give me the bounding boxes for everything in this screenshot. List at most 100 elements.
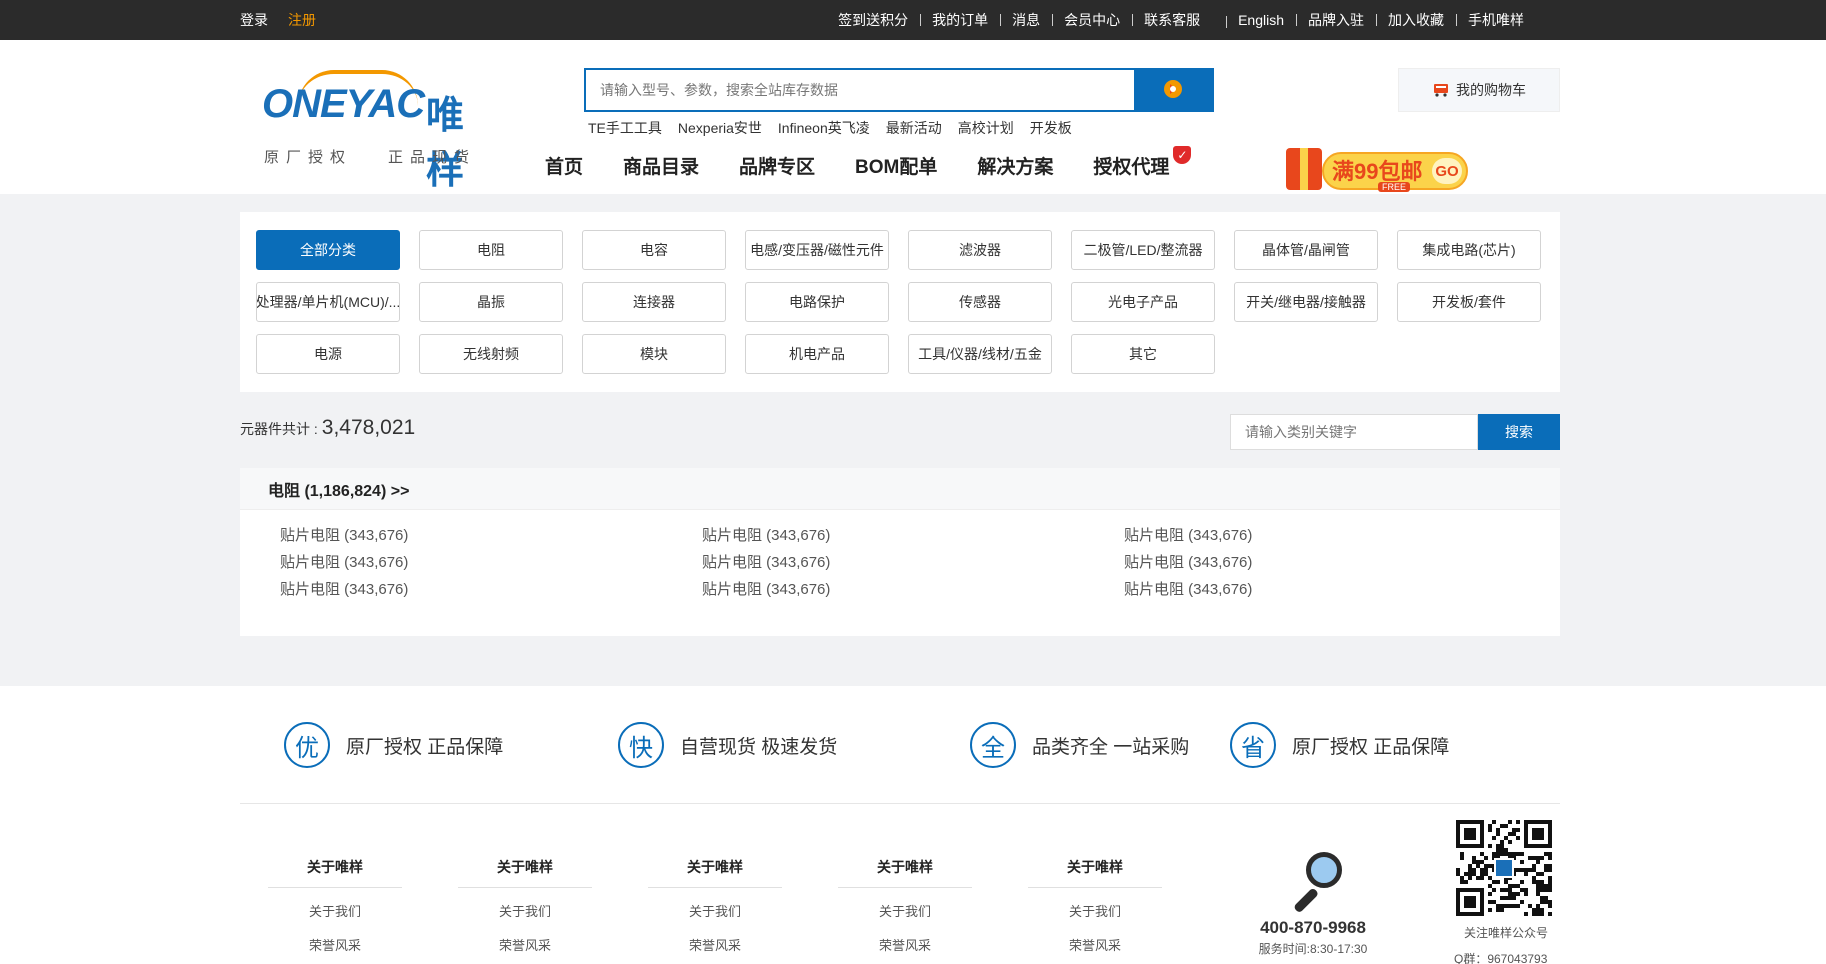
nav-home[interactable]: 首页 bbox=[545, 152, 583, 179]
register-link[interactable]: 注册 bbox=[288, 10, 316, 30]
category-button[interactable]: 机电产品 bbox=[745, 334, 889, 374]
category-button[interactable]: 传感器 bbox=[908, 282, 1052, 322]
top-link-mobile[interactable]: 手机唯样 bbox=[1456, 10, 1536, 30]
footer-column-title: 关于唯样 bbox=[458, 856, 592, 888]
hotword-link[interactable]: TE手工工具 bbox=[588, 118, 662, 138]
category-button[interactable]: 无线射频 bbox=[419, 334, 563, 374]
slogan-left: 原厂授权 bbox=[264, 149, 353, 166]
footer-link[interactable]: 荣誉风采 bbox=[458, 936, 592, 956]
top-link-english[interactable]: English bbox=[1226, 12, 1296, 28]
feature-kuai-icon: 快 bbox=[618, 722, 664, 768]
category-button[interactable]: 晶体管/晶闸管 bbox=[1234, 230, 1378, 270]
main-nav: 首页 商品目录 品牌专区 BOM配单 解决方案 授权代理 ✓ bbox=[545, 146, 1192, 179]
category-button[interactable]: 二极管/LED/整流器 bbox=[1071, 230, 1215, 270]
qr-caption: 关注唯样公众号 bbox=[1463, 926, 1548, 940]
feature-you-icon: 优 bbox=[284, 722, 330, 768]
footer-link[interactable]: 关于我们 bbox=[838, 902, 972, 922]
footer-column-title: 关于唯样 bbox=[838, 856, 972, 888]
footer-link[interactable]: 荣誉风采 bbox=[1028, 936, 1162, 956]
footer-link[interactable]: 关于我们 bbox=[1028, 902, 1162, 922]
cart-button[interactable]: 我的购物车 bbox=[1398, 68, 1560, 112]
subcategory-link[interactable]: 贴片电阻 (343,676) bbox=[1124, 526, 1546, 545]
category-button[interactable]: 电阻 bbox=[419, 230, 563, 270]
category-button[interactable]: 光电子产品 bbox=[1071, 282, 1215, 322]
cart-label: 我的购物车 bbox=[1456, 82, 1526, 98]
top-link-customer-service[interactable]: 联系客服 bbox=[1132, 10, 1212, 30]
hotword-link[interactable]: 高校计划 bbox=[958, 118, 1014, 138]
subcategory-link[interactable]: 贴片电阻 (343,676) bbox=[702, 553, 1124, 572]
top-link-messages[interactable]: 消息 bbox=[1000, 10, 1052, 30]
wechat-qr-code bbox=[1456, 820, 1552, 916]
category-button[interactable]: 电容 bbox=[582, 230, 726, 270]
category-button[interactable]: 开关/继电器/接触器 bbox=[1234, 282, 1378, 322]
footer-column: 关于唯样 关于我们 荣誉风采 bbox=[838, 856, 972, 956]
subcategory-link[interactable]: 贴片电阻 (343,676) bbox=[1124, 580, 1546, 599]
hotword-link[interactable]: Infineon英飞凌 bbox=[778, 118, 870, 138]
hotword-link[interactable]: 最新活动 bbox=[886, 118, 942, 138]
category-button[interactable]: 集成电路(芯片) bbox=[1397, 230, 1541, 270]
nav-bom[interactable]: BOM配单 bbox=[855, 152, 937, 179]
footer-link[interactable]: 荣誉风采 bbox=[838, 936, 972, 956]
hotword-link[interactable]: Nexperia安世 bbox=[678, 118, 762, 138]
category-all[interactable]: 全部分类 bbox=[256, 230, 400, 270]
feature-item: 全 品类齐全 一站采购 bbox=[970, 722, 1189, 768]
top-link-brand-join[interactable]: 品牌入驻 bbox=[1296, 10, 1376, 30]
category-list-title[interactable]: 电阻 (1,186,824) >> bbox=[240, 468, 1560, 510]
main-content: 全部分类 电阻 电容 电感/变压器/磁性元件 滤波器 二极管/LED/整流器 晶… bbox=[0, 194, 1826, 686]
feature-item: 快 自营现货 极速发货 bbox=[618, 722, 837, 768]
nav-solutions[interactable]: 解决方案 bbox=[977, 152, 1053, 179]
category-button[interactable]: 电感/变压器/磁性元件 bbox=[745, 230, 889, 270]
category-button[interactable]: 滤波器 bbox=[908, 230, 1052, 270]
header: ONEYAC 唯样 原厂授权 正品现货 TE手工工具 Nexperia安世 In… bbox=[0, 40, 1826, 194]
category-search-button[interactable]: 搜索 bbox=[1478, 414, 1560, 450]
feature-quan-icon: 全 bbox=[970, 722, 1016, 768]
subcategory-link[interactable]: 贴片电阻 (343,676) bbox=[702, 580, 1124, 599]
global-search bbox=[584, 68, 1214, 112]
category-button[interactable]: 电源 bbox=[256, 334, 400, 374]
footer-link[interactable]: 荣誉风采 bbox=[268, 936, 402, 956]
category-grid: 全部分类 电阻 电容 电感/变压器/磁性元件 滤波器 二极管/LED/整流器 晶… bbox=[256, 230, 1541, 374]
subcategory-link[interactable]: 贴片电阻 (343,676) bbox=[280, 580, 702, 599]
footer-link[interactable]: 关于我们 bbox=[648, 902, 782, 922]
search-flame-icon bbox=[1162, 78, 1184, 103]
category-button[interactable]: 电路保护 bbox=[745, 282, 889, 322]
nav-brands[interactable]: 品牌专区 bbox=[739, 152, 815, 179]
hotword-link[interactable]: 开发板 bbox=[1030, 118, 1072, 138]
service-features: 优 原厂授权 正品保障 快 自营现货 极速发货 全 品类齐全 一站采购 省 原厂… bbox=[0, 686, 1826, 804]
feature-text: 品类齐全 一站采购 bbox=[1032, 736, 1190, 758]
logo-slogan: 原厂授权 正品现货 bbox=[264, 146, 476, 167]
top-link-signin-points[interactable]: 签到送积分 bbox=[826, 10, 920, 30]
nav-authorized-agent[interactable]: 授权代理 ✓ bbox=[1093, 146, 1192, 179]
category-button[interactable]: 连接器 bbox=[582, 282, 726, 322]
logo-brand-cn: 唯样 bbox=[426, 95, 465, 192]
category-button[interactable]: 开发板/套件 bbox=[1397, 282, 1541, 322]
category-button[interactable]: 处理器/单片机(MCU)/... bbox=[256, 282, 400, 322]
subcategory-link[interactable]: 贴片电阻 (343,676) bbox=[280, 553, 702, 572]
category-button[interactable]: 工具/仪器/线材/五金 bbox=[908, 334, 1052, 374]
top-link-my-orders[interactable]: 我的订单 bbox=[920, 10, 1000, 30]
global-search-input[interactable] bbox=[586, 70, 1134, 110]
top-link-add-favorite[interactable]: 加入收藏 bbox=[1376, 10, 1456, 30]
footer-link[interactable]: 关于我们 bbox=[268, 902, 402, 922]
subcategory-link[interactable]: 贴片电阻 (343,676) bbox=[280, 526, 702, 545]
footer-column: 关于唯样 关于我们 荣誉风采 bbox=[648, 856, 782, 956]
category-button[interactable]: 晶振 bbox=[419, 282, 563, 322]
nav-authorized-agent-label: 授权代理 bbox=[1093, 157, 1170, 178]
free-shipping-banner[interactable]: 满99包邮 FREE GO bbox=[1282, 146, 1470, 194]
footer-link[interactable]: 关于我们 bbox=[458, 902, 592, 922]
nav-catalog[interactable]: 商品目录 bbox=[623, 152, 699, 179]
site-logo[interactable]: ONEYAC 唯样 原厂授权 正品现货 bbox=[262, 70, 492, 192]
footer-column-title: 关于唯样 bbox=[648, 856, 782, 888]
subcategory-link[interactable]: 贴片电阻 (343,676) bbox=[1124, 553, 1546, 572]
login-link[interactable]: 登录 bbox=[240, 10, 268, 30]
subcategory-link[interactable]: 贴片电阻 (343,676) bbox=[702, 526, 1124, 545]
category-button[interactable]: 模块 bbox=[582, 334, 726, 374]
promo-text: 满99包邮 bbox=[1332, 159, 1423, 184]
footer-link[interactable]: 荣誉风采 bbox=[648, 936, 782, 956]
footer-column: 关于唯样 关于我们 荣誉风采 bbox=[1028, 856, 1162, 956]
category-search-input[interactable] bbox=[1230, 414, 1478, 450]
global-search-button[interactable] bbox=[1134, 70, 1212, 110]
category-button[interactable]: 其它 bbox=[1071, 334, 1215, 374]
slogan-right: 正品现货 bbox=[388, 149, 477, 166]
top-link-member-center[interactable]: 会员中心 bbox=[1052, 10, 1132, 30]
